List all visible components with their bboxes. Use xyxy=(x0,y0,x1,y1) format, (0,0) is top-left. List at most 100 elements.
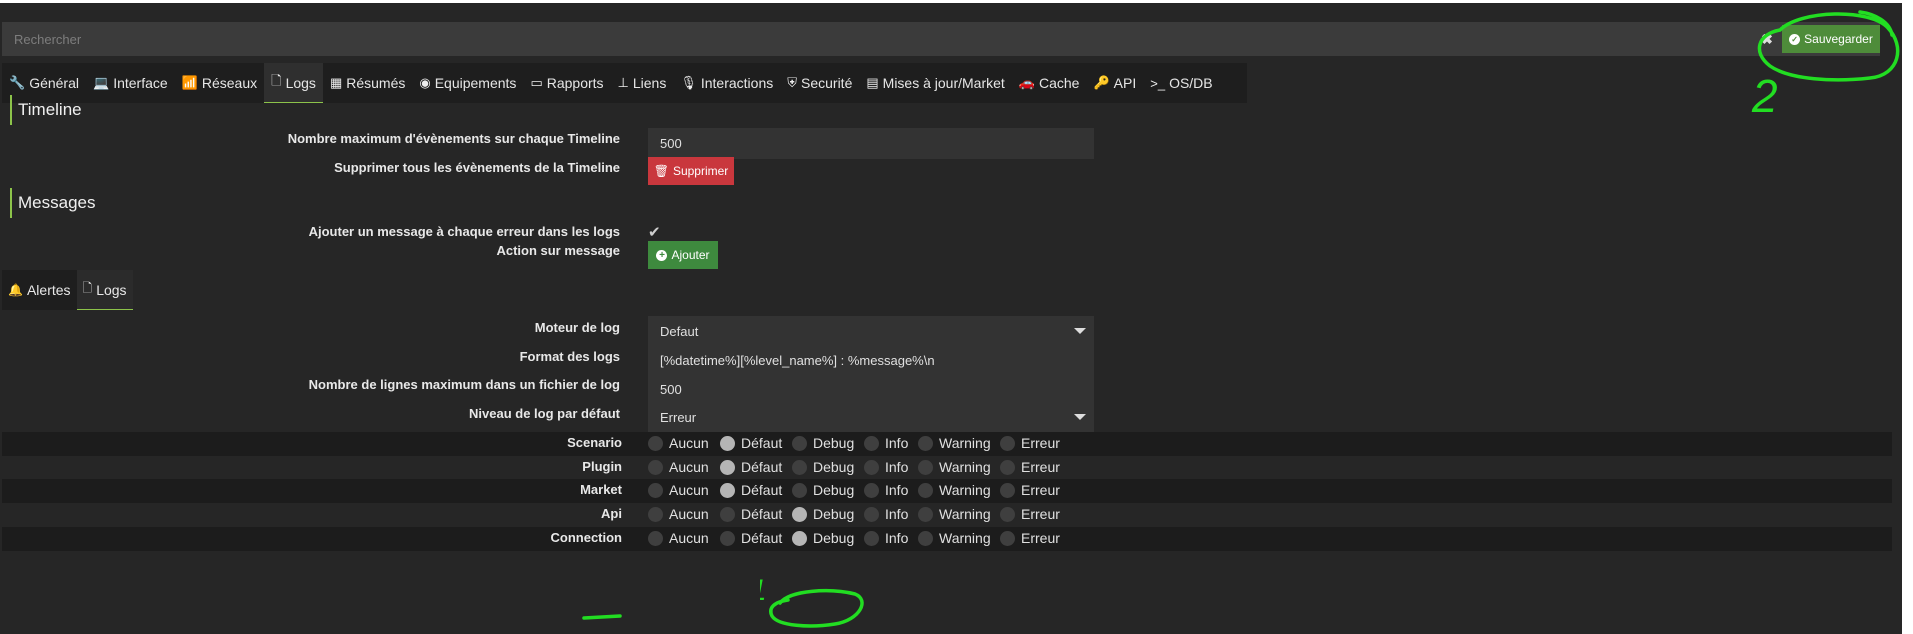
radio-dot[interactable] xyxy=(864,506,879,522)
add-message-checkbox[interactable]: ✔ xyxy=(648,223,661,241)
tab-label: Cache xyxy=(1039,75,1080,91)
radio-dot[interactable] xyxy=(720,459,735,475)
radio-debug[interactable]: Debug xyxy=(792,506,854,522)
delete-timeline-button[interactable]: 🗑 Supprimer xyxy=(648,157,734,185)
max-events-input[interactable]: 500 xyxy=(648,128,1094,159)
radio-dot[interactable] xyxy=(918,435,933,451)
radio-dot[interactable] xyxy=(648,506,663,522)
radio-dot[interactable] xyxy=(792,459,807,475)
radio-dot[interactable] xyxy=(792,435,807,451)
radio-info[interactable]: Info xyxy=(864,459,908,475)
radio-dot[interactable] xyxy=(648,530,663,546)
tab-label: Général xyxy=(29,75,79,91)
radio-dfaut[interactable]: Défaut xyxy=(720,482,782,498)
tab-interactions[interactable]: 🎙 Interactions xyxy=(673,63,780,103)
radio-label: Aucun xyxy=(669,530,709,546)
radio-aucun[interactable]: Aucun xyxy=(648,435,709,451)
annotation-number-1: 1 xyxy=(760,574,767,607)
subtab-label: Logs xyxy=(96,281,127,298)
tab-interface[interactable]: 💻 Interface xyxy=(86,63,175,103)
search-bar: ✖ ✓ Sauvegarder xyxy=(2,22,1880,56)
radio-dot[interactable] xyxy=(720,506,735,522)
radio-dot[interactable] xyxy=(864,459,879,475)
radio-aucun[interactable]: Aucun xyxy=(648,482,709,498)
radio-dot[interactable] xyxy=(918,530,933,546)
terminal-icon: >_ xyxy=(1150,75,1166,91)
radio-aucun[interactable]: Aucun xyxy=(648,459,709,475)
radio-dot[interactable] xyxy=(918,482,933,498)
radio-warning[interactable]: Warning xyxy=(918,482,991,498)
radio-dot[interactable] xyxy=(1000,435,1015,451)
radio-dot[interactable] xyxy=(720,435,735,451)
radio-debug[interactable]: Debug xyxy=(792,459,854,475)
radio-info[interactable]: Info xyxy=(864,530,908,546)
tab-equipements[interactable]: ◉ Equipements xyxy=(412,63,523,103)
radio-info[interactable]: Info xyxy=(864,506,908,522)
tab-rapports[interactable]: ▭ Rapports xyxy=(523,63,610,103)
radio-dot[interactable] xyxy=(1000,482,1015,498)
radio-dot[interactable] xyxy=(648,459,663,475)
radio-debug[interactable]: Debug xyxy=(792,435,854,451)
tab-os-db[interactable]: >_ OS/DB xyxy=(1143,63,1219,103)
default-level-select[interactable]: Erreur xyxy=(648,402,1094,433)
radio-dot[interactable] xyxy=(864,435,879,451)
radio-dot[interactable] xyxy=(1000,459,1015,475)
radio-label: Erreur xyxy=(1021,459,1060,475)
radio-dot[interactable] xyxy=(720,530,735,546)
radio-dot[interactable] xyxy=(792,482,807,498)
log-engine-select[interactable]: Defaut xyxy=(648,316,1094,347)
log-format-input[interactable]: [%datetime%][%level_name%] : %message%\n xyxy=(648,345,1094,376)
tab-r-seaux[interactable]: 📶 Réseaux xyxy=(175,63,264,103)
radio-erreur[interactable]: Erreur xyxy=(1000,506,1060,522)
radio-warning[interactable]: Warning xyxy=(918,530,991,546)
radio-dot[interactable] xyxy=(1000,530,1015,546)
radio-dot[interactable] xyxy=(1000,506,1015,522)
radio-dot[interactable] xyxy=(792,506,807,522)
radio-dot[interactable] xyxy=(864,482,879,498)
save-button[interactable]: ✓ Sauvegarder xyxy=(1782,25,1880,53)
tab-api[interactable]: 🔑 API xyxy=(1086,63,1143,103)
radio-label: Info xyxy=(885,459,909,475)
app-window: ✖ ✓ Sauvegarder 🔧Général 💻Interface📶Résea… xyxy=(0,3,1902,634)
max-lines-input[interactable]: 500 xyxy=(648,374,1094,405)
search-input[interactable] xyxy=(2,22,1752,56)
radio-dfaut[interactable]: Défaut xyxy=(720,506,782,522)
radio-warning[interactable]: Warning xyxy=(918,459,991,475)
radio-label: Erreur xyxy=(1021,482,1060,498)
radio-erreur[interactable]: Erreur xyxy=(1000,459,1060,475)
tab-securit-[interactable]: ⛨ Securité xyxy=(780,63,859,103)
subtab-logs[interactable]: 🗋 Logs xyxy=(76,270,133,310)
tab-liens[interactable]: ⊥ Liens xyxy=(611,63,674,103)
radio-dot[interactable] xyxy=(918,459,933,475)
radio-erreur[interactable]: Erreur xyxy=(1000,435,1060,451)
wrench-icon: 🔧 xyxy=(9,75,26,90)
close-button[interactable]: ✖ xyxy=(1754,25,1780,53)
radio-info[interactable]: Info xyxy=(864,435,908,451)
radio-aucun[interactable]: Aucun xyxy=(648,530,709,546)
radio-dfaut[interactable]: Défaut xyxy=(720,459,782,475)
radio-dfaut[interactable]: Défaut xyxy=(720,435,782,451)
tab-label: Réseaux xyxy=(201,75,258,91)
radio-dot[interactable] xyxy=(864,530,879,546)
radio-info[interactable]: Info xyxy=(864,482,908,498)
radio-dot[interactable] xyxy=(918,506,933,522)
radio-dot[interactable] xyxy=(648,482,663,498)
radio-warning[interactable]: Warning xyxy=(918,435,991,451)
tab-mises-jour-market[interactable]: ▤ Mises à jour/Market xyxy=(859,63,1011,103)
radio-erreur[interactable]: Erreur xyxy=(1000,530,1060,546)
radio-debug[interactable]: Debug xyxy=(792,530,854,546)
radio-label: Debug xyxy=(813,459,855,475)
radio-aucun[interactable]: Aucun xyxy=(648,506,709,522)
radio-dot[interactable] xyxy=(792,530,807,546)
tab-r-sum-s[interactable]: ▦ Résumés xyxy=(323,63,412,103)
radio-debug[interactable]: Debug xyxy=(792,482,854,498)
tab-logs[interactable]: 🗋 Logs xyxy=(264,63,323,103)
radio-dfaut[interactable]: Défaut xyxy=(720,530,782,546)
radio-dot[interactable] xyxy=(648,435,663,451)
add-action-button[interactable]: + Ajouter xyxy=(648,241,718,269)
radio-warning[interactable]: Warning xyxy=(918,506,991,522)
tab-cache[interactable]: 🚗 Cache xyxy=(1012,63,1087,103)
subtab-alertes[interactable]: 🔔 Alertes xyxy=(2,270,77,310)
radio-dot[interactable] xyxy=(720,482,735,498)
radio-erreur[interactable]: Erreur xyxy=(1000,482,1060,498)
